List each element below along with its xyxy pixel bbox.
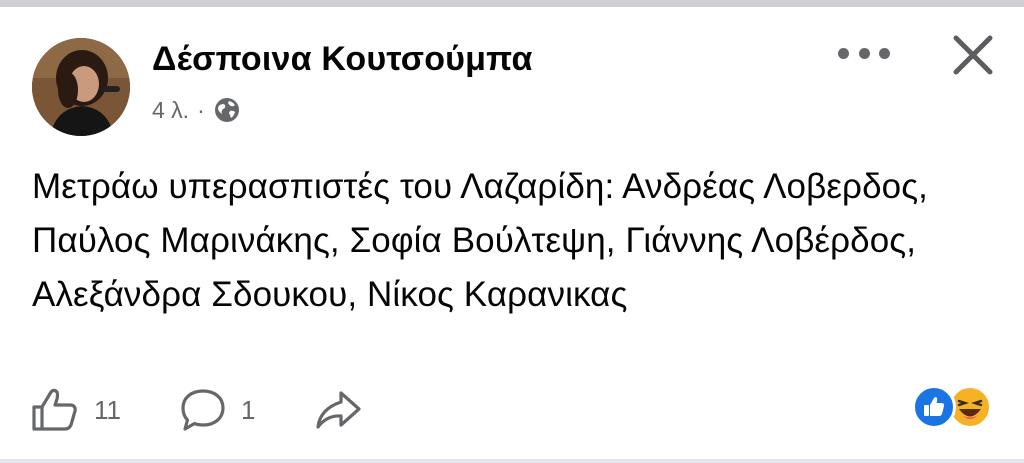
reaction-summary[interactable] [912, 385, 998, 429]
globe-icon[interactable] [213, 96, 241, 124]
action-bar: 11 1 [30, 385, 363, 435]
avatar[interactable] [32, 38, 130, 136]
bottom-divider [0, 459, 1024, 463]
close-icon[interactable] [950, 32, 996, 78]
post-text: Μετράω υπερασπιστές του Λαζαρίδη: Ανδρέα… [32, 167, 929, 314]
meta-separator: · [197, 96, 205, 123]
author-name[interactable]: Δέσποινα Κουτσούμπα [152, 40, 533, 79]
comment-bubble-icon [181, 389, 225, 431]
avatar-photo [32, 38, 130, 136]
comment-button[interactable]: 1 [179, 387, 255, 433]
post-card: Δέσποινα Κουτσούμπα 4 λ. · Μετράω υπερασ… [0, 0, 1024, 463]
like-button[interactable]: 11 [30, 387, 121, 433]
like-reaction-icon [912, 385, 956, 429]
post-meta: 4 λ. · [152, 95, 241, 125]
post-time[interactable]: 4 λ. [152, 97, 189, 124]
comment-count: 1 [241, 394, 256, 425]
top-divider [0, 0, 1024, 7]
thumbs-up-icon [32, 388, 77, 431]
more-options-icon[interactable] [838, 38, 890, 68]
share-button[interactable] [313, 387, 363, 433]
share-arrow-icon [316, 391, 362, 429]
more-dot [879, 47, 890, 59]
like-count: 11 [94, 394, 121, 425]
more-dot [838, 47, 849, 59]
more-dot [858, 47, 870, 59]
